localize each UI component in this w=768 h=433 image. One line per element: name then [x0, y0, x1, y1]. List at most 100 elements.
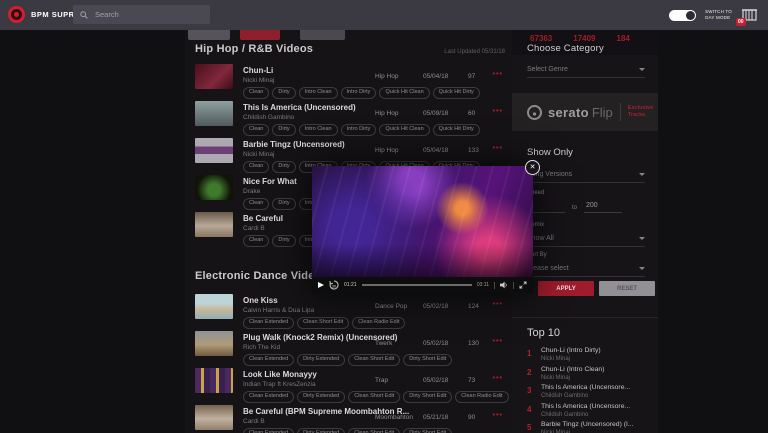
version-tag[interactable]: Quick Hit Clean: [379, 87, 429, 99]
song-versions-select[interactable]: Song Versions: [527, 166, 645, 183]
version-tag[interactable]: Clean Short Edit: [348, 428, 400, 433]
partial-button[interactable]: [240, 30, 280, 40]
more-options-button[interactable]: •••: [493, 338, 503, 345]
version-tag[interactable]: Dirty: [272, 198, 295, 210]
video-thumbnail[interactable]: [195, 212, 233, 237]
track-title[interactable]: This Is America (Uncensored): [243, 103, 356, 112]
video-thumbnail[interactable]: [195, 405, 233, 430]
version-tag[interactable]: Dirty: [272, 87, 295, 99]
track-title[interactable]: Nice For What: [243, 177, 297, 186]
version-tag[interactable]: Dirty: [272, 235, 295, 247]
skip-back-30-button[interactable]: 30: [329, 280, 339, 290]
version-tag[interactable]: Clean: [243, 235, 269, 247]
stats-counters: 67363 17409 184: [530, 34, 630, 43]
volume-icon[interactable]: [500, 281, 508, 289]
version-tag[interactable]: Dirty Extended: [297, 354, 345, 366]
version-tag[interactable]: Dirty Extended: [297, 391, 345, 403]
play-button[interactable]: [318, 282, 324, 288]
rank-number: 3: [527, 386, 531, 395]
version-tag[interactable]: Dirty Short Edit: [403, 428, 452, 433]
track-title[interactable]: Chun-Li: [243, 66, 273, 75]
more-options-button[interactable]: •••: [493, 71, 503, 78]
fullscreen-icon[interactable]: [519, 281, 527, 289]
serato-tagline: Exclusive Tracks: [628, 105, 653, 120]
version-tag[interactable]: Intro Dirty: [341, 124, 377, 136]
version-tag[interactable]: Clean Extended: [243, 354, 294, 366]
version-tag[interactable]: Clean Short Edit: [348, 354, 400, 366]
track-title[interactable]: Look Like Monayyy: [243, 370, 317, 379]
track-count: 97: [468, 73, 475, 80]
version-tag[interactable]: Clean Short Edit: [297, 317, 349, 329]
serato-flip-banner[interactable]: serato Flip Exclusive Tracks: [512, 93, 658, 131]
sort-by-select[interactable]: Please select: [527, 260, 645, 277]
divider: [494, 282, 495, 289]
version-tag[interactable]: Quick Hit Dirty: [433, 124, 480, 136]
version-tag[interactable]: Dirty Short Edit: [403, 354, 452, 366]
video-thumbnail[interactable]: [195, 368, 233, 393]
day-mode-toggle[interactable]: [669, 10, 696, 21]
list-item[interactable]: 5 Barbie Tingz (Uncensored) (I... Nicki …: [527, 421, 654, 433]
close-player-button[interactable]: ✕: [525, 160, 540, 175]
list-item[interactable]: 3 This Is America (Uncensore... Childish…: [527, 384, 654, 403]
list-item[interactable]: 2 Chun-Li (Intro Clean) Nicki Minaj: [527, 366, 654, 385]
version-tag[interactable]: Dirty Extended: [297, 428, 345, 433]
version-tag[interactable]: Clean Extended: [243, 317, 294, 329]
list-item[interactable]: 4 This Is America (Uncensore... Childish…: [527, 403, 654, 422]
video-thumbnail[interactable]: [195, 175, 233, 200]
version-tags: Clean Extended Dirty Extended Clean Shor…: [243, 354, 452, 366]
version-tag[interactable]: Intro Clean: [299, 124, 338, 136]
more-options-button[interactable]: •••: [493, 301, 503, 308]
track-date: 05/21/18: [423, 414, 448, 421]
video-frame[interactable]: [312, 166, 533, 277]
more-options-button[interactable]: •••: [493, 412, 503, 419]
track-title[interactable]: Be Careful: [243, 214, 283, 223]
track-genre: Twerk: [375, 340, 392, 347]
version-tag[interactable]: Dirty: [272, 124, 295, 136]
search-box[interactable]: [73, 5, 210, 24]
bpm-supreme-app: BPM SUPREME SWITCH TO DAY MODE: [0, 0, 768, 433]
remix-select[interactable]: Show All: [527, 230, 645, 247]
version-tag[interactable]: Clean Radio Edit: [455, 391, 508, 403]
track-artist: Calvin Harris & Dua Lipa: [243, 307, 314, 314]
top10-list: 1 Chun-Li (Intro Dirty) Nicki Minaj 2 Ch…: [527, 347, 654, 433]
version-tag[interactable]: Clean: [243, 161, 269, 173]
version-tag[interactable]: Quick Hit Dirty: [433, 87, 480, 99]
video-thumbnail[interactable]: [195, 294, 233, 319]
crate-button[interactable]: 00: [741, 7, 758, 24]
more-options-button[interactable]: •••: [493, 108, 503, 115]
video-thumbnail[interactable]: [195, 101, 233, 126]
version-tag[interactable]: Clean Extended: [243, 391, 294, 403]
player-controls: 30 01:21 03:11: [312, 277, 533, 293]
version-tag[interactable]: Clean Short Edit: [348, 391, 400, 403]
list-item[interactable]: 1 Chun-Li (Intro Dirty) Nicki Minaj: [527, 347, 654, 366]
more-options-button[interactable]: •••: [493, 375, 503, 382]
progress-bar[interactable]: [362, 284, 472, 286]
version-tag[interactable]: Intro Clean: [299, 87, 338, 99]
genre-select[interactable]: Select Genre: [527, 61, 645, 78]
video-thumbnail[interactable]: [195, 64, 233, 89]
version-tag[interactable]: Clean: [243, 124, 269, 136]
version-tag[interactable]: Quick Hit Clean: [379, 124, 429, 136]
version-tag[interactable]: Clean: [243, 87, 269, 99]
version-tag[interactable]: Clean Extended: [243, 428, 294, 433]
partial-button[interactable]: [188, 30, 230, 40]
speed-max-input[interactable]: [584, 198, 622, 213]
more-options-button[interactable]: •••: [493, 145, 503, 152]
top10-track-title: This Is America (Uncensore...: [541, 384, 630, 391]
search-input[interactable]: [93, 9, 203, 20]
track-title[interactable]: Barbie Tingz (Uncensored): [243, 140, 345, 149]
reset-button[interactable]: RESET: [599, 281, 655, 296]
track-title[interactable]: One Kiss: [243, 296, 278, 305]
top10-track-artist: Nicki Minaj: [541, 375, 570, 381]
video-thumbnail[interactable]: [195, 331, 233, 356]
bpm-supreme-logo-icon: [8, 6, 25, 23]
partial-button[interactable]: [300, 30, 345, 40]
apply-button[interactable]: APPLY: [538, 281, 594, 296]
version-tag[interactable]: Dirty Short Edit: [403, 391, 452, 403]
video-thumbnail[interactable]: [195, 138, 233, 163]
version-tag[interactable]: Intro Dirty: [341, 87, 377, 99]
version-tag[interactable]: Clean: [243, 198, 269, 210]
version-tag[interactable]: Dirty: [272, 161, 295, 173]
version-tag[interactable]: Clean Radio Edit: [352, 317, 405, 329]
stat-value: 184: [617, 34, 630, 43]
